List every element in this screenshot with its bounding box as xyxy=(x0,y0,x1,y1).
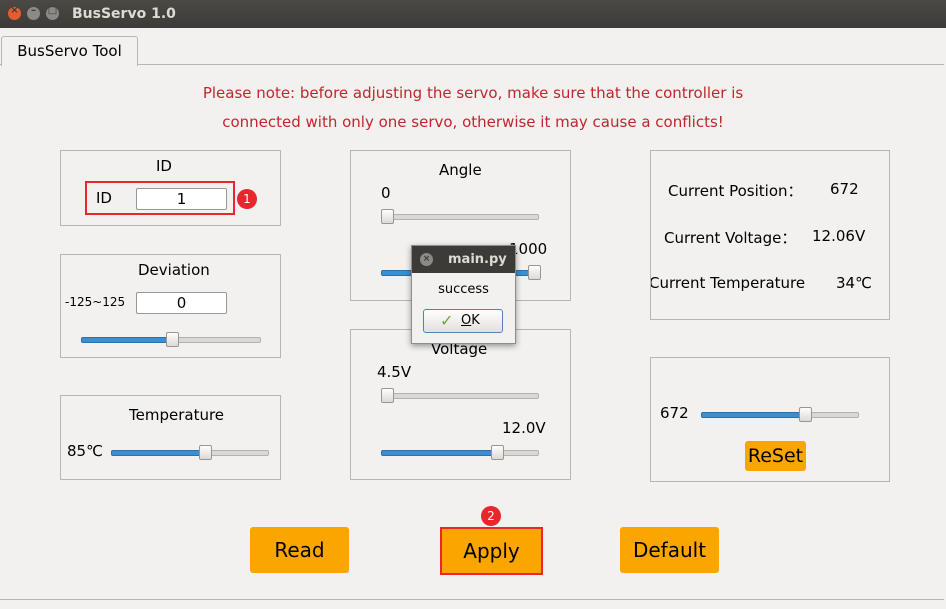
deviation-input[interactable]: 0 xyxy=(136,292,227,314)
status-group: Current Position： 672 Current Voltage： 1… xyxy=(650,150,890,320)
ok-label-rest: K xyxy=(471,313,480,328)
dialog-ok-button[interactable]: ✓ OK xyxy=(423,309,503,333)
voltage-max-slider[interactable] xyxy=(381,444,539,460)
read-button[interactable]: Read xyxy=(250,527,349,573)
current-position-label: Current Position： xyxy=(668,182,803,200)
slider-handle[interactable] xyxy=(528,265,541,280)
dialog-title: main.py xyxy=(448,252,507,267)
dialog-close-button[interactable]: × xyxy=(420,253,433,266)
voltage-max-value: 12.0V xyxy=(502,419,546,437)
maximize-icon: □ xyxy=(47,5,58,16)
reset-position-slider[interactable] xyxy=(701,406,859,422)
ok-mnemonic: O xyxy=(461,313,472,328)
window-close-button[interactable]: × xyxy=(8,5,21,20)
deviation-range-label: -125~125 xyxy=(65,295,126,309)
voltage-group: Voltage 4.5V 12.0V xyxy=(350,329,571,480)
step-badge-2: 2 xyxy=(481,506,501,526)
warning-note-line1: Please note: before adjusting the servo,… xyxy=(202,84,744,102)
id-label: ID xyxy=(96,189,112,207)
minimize-icon: – xyxy=(31,5,36,16)
step-badge-1: 1 xyxy=(237,189,257,209)
checkmark-icon: ✓ xyxy=(440,311,454,330)
reset-group: 672 ReSet xyxy=(650,357,890,482)
angle-min-value: 0 xyxy=(381,184,391,202)
reset-button[interactable]: ReSet xyxy=(745,441,806,471)
message-dialog: × main.py success ✓ OK xyxy=(411,245,516,344)
temperature-slider[interactable] xyxy=(111,444,269,460)
window-titlebar: × – □ BusServo 1.0 xyxy=(0,0,946,28)
window-title: BusServo 1.0 xyxy=(72,6,176,22)
slider-handle[interactable] xyxy=(799,407,812,422)
temperature-title: Temperature xyxy=(129,406,225,424)
deviation-group: Deviation -125~125 0 xyxy=(60,254,281,358)
angle-min-slider[interactable] xyxy=(381,208,539,224)
warning-note-line2: connected with only one servo, otherwise… xyxy=(222,113,724,131)
id-group: ID ID 1 1 xyxy=(60,150,281,226)
window-maximize-button[interactable]: □ xyxy=(46,5,59,20)
current-temperature-label: Current Temperature xyxy=(650,274,806,292)
deviation-title: Deviation xyxy=(138,261,210,279)
dialog-titlebar: × main.py xyxy=(412,246,515,273)
current-voltage-value: 12.06V xyxy=(812,227,866,245)
slider-handle[interactable] xyxy=(166,332,179,347)
voltage-min-slider[interactable] xyxy=(381,387,539,403)
slider-handle[interactable] xyxy=(199,445,212,460)
window-minimize-button[interactable]: – xyxy=(27,5,40,20)
reset-position-value: 672 xyxy=(660,404,689,422)
slider-handle[interactable] xyxy=(491,445,504,460)
temperature-group: Temperature 85℃ xyxy=(60,395,281,480)
current-position-value: 672 xyxy=(830,180,859,198)
voltage-min-value: 4.5V xyxy=(377,363,412,381)
deviation-slider[interactable] xyxy=(81,331,261,347)
tab-busservo-tool[interactable]: BusServo Tool xyxy=(1,36,138,66)
angle-title: Angle xyxy=(439,161,482,179)
temperature-limit-label: 85℃ xyxy=(67,442,103,460)
slider-handle[interactable] xyxy=(381,388,394,403)
default-button[interactable]: Default xyxy=(620,527,719,573)
id-group-title: ID xyxy=(156,157,172,175)
slider-handle[interactable] xyxy=(381,209,394,224)
apply-button[interactable]: Apply xyxy=(440,527,543,575)
current-voltage-label: Current Voltage： xyxy=(664,229,797,247)
id-input[interactable]: 1 xyxy=(136,188,227,210)
dialog-message: success xyxy=(438,282,489,297)
current-temperature-value: 34℃ xyxy=(836,274,872,292)
close-icon: × xyxy=(10,5,19,16)
